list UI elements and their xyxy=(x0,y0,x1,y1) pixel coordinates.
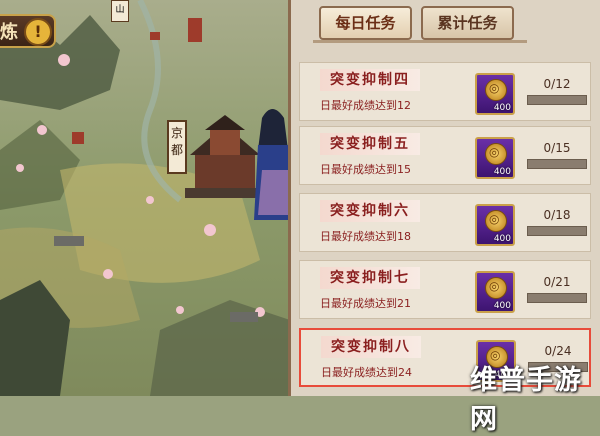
task-name: 突变抑制四 xyxy=(320,69,420,91)
tab-cumulative-tasks[interactable]: 累计任务 xyxy=(421,6,514,40)
progress-text: 0/24 xyxy=(544,344,572,358)
tab-daily-tasks[interactable]: 每日任务 xyxy=(319,6,412,40)
task-description: 日最好成绩达到18 xyxy=(320,230,411,243)
event-title-char: 炼 xyxy=(0,22,18,43)
reward-amount: 400 xyxy=(493,234,511,244)
task-name: 突变抑制八 xyxy=(321,336,421,358)
reward-coin-button[interactable]: 400 xyxy=(475,137,515,179)
coin-icon xyxy=(485,210,507,232)
task-row: 突变抑制四 日最好成绩达到12 400 0/12 xyxy=(299,62,591,121)
site-watermark: 维普手游网 xyxy=(470,365,582,435)
task-name: 突变抑制七 xyxy=(320,267,420,289)
task-row: 突变抑制五 日最好成绩达到15 400 0/15 xyxy=(299,126,591,185)
coin-icon xyxy=(485,143,507,165)
map-artwork xyxy=(0,0,300,396)
progress-bar xyxy=(527,95,587,105)
reward-amount: 400 xyxy=(493,103,511,113)
progress-bar xyxy=(527,293,587,303)
task-description: 日最好成绩达到21 xyxy=(320,297,411,310)
task-name: 突变抑制五 xyxy=(320,133,420,155)
reward-coin-button[interactable]: 400 xyxy=(475,204,515,246)
coin-icon xyxy=(485,277,507,299)
progress-text: 0/21 xyxy=(543,275,571,289)
warning-icon[interactable]: ! xyxy=(24,18,52,46)
reward-amount: 400 xyxy=(493,167,511,177)
reward-coin-button[interactable]: 400 xyxy=(475,271,515,313)
progress-text: 0/18 xyxy=(543,208,571,222)
task-row: 突变抑制七 日最好成绩达到21 400 0/21 xyxy=(299,260,591,319)
tab-divider xyxy=(313,40,527,43)
progress-bar xyxy=(527,159,587,169)
coin-icon xyxy=(485,79,507,101)
task-row: 突变抑制六 日最好成绩达到18 400 0/18 xyxy=(299,193,591,252)
task-description: 日最好成绩达到24 xyxy=(321,366,412,379)
quest-panel: 每日任务 累计任务 突变抑制四 日最好成绩达到12 400 0/12 突变抑制五… xyxy=(288,0,600,396)
task-description: 日最好成绩达到12 xyxy=(320,99,411,112)
world-map[interactable]: 炼 ! 山 京都 xyxy=(0,0,300,396)
task-description: 日最好成绩达到15 xyxy=(320,163,411,176)
progress-text: 0/12 xyxy=(543,77,571,91)
reward-amount: 400 xyxy=(493,301,511,311)
progress-text: 0/15 xyxy=(543,141,571,155)
city-name-sign: 京都 xyxy=(167,120,187,174)
progress-bar xyxy=(527,226,587,236)
task-name: 突变抑制六 xyxy=(320,200,420,222)
map-sign-small: 山 xyxy=(111,0,129,22)
reward-coin-button[interactable]: 400 xyxy=(475,73,515,115)
